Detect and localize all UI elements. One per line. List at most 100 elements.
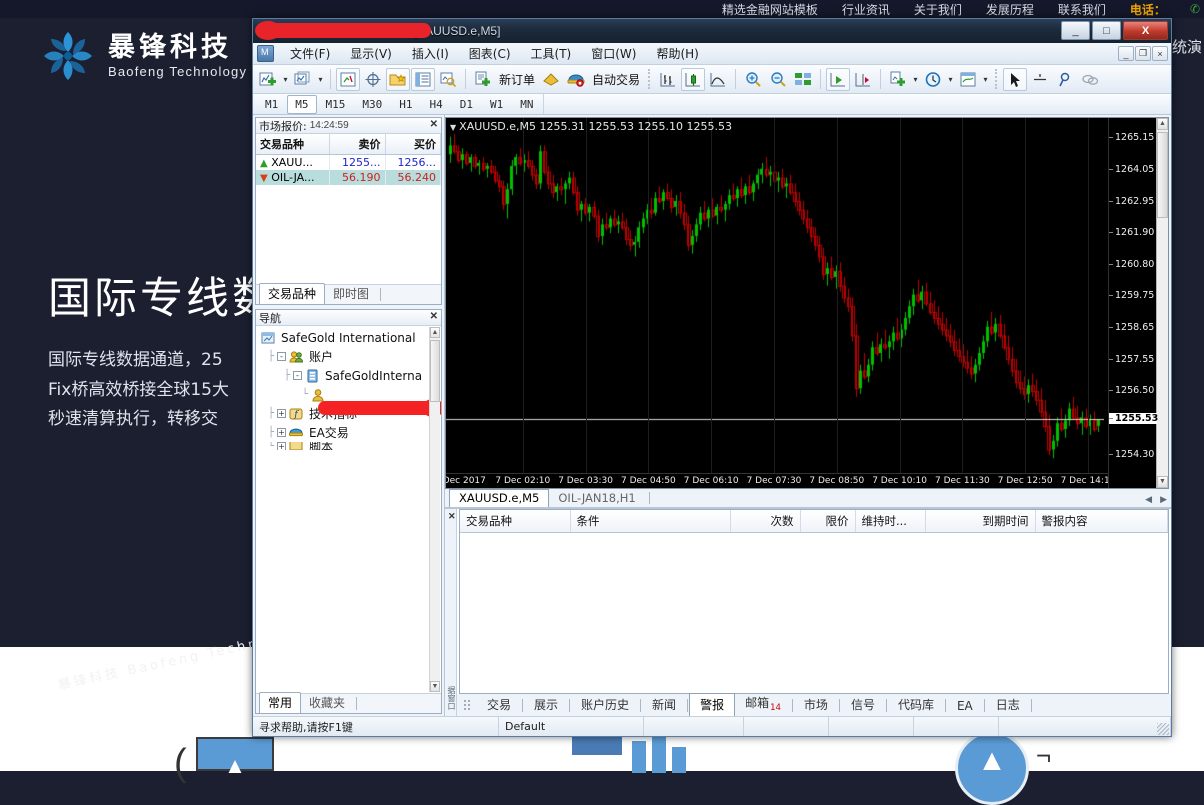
scroll-up-icon[interactable]: ▲: [430, 327, 440, 338]
term-col-symbol[interactable]: 交易品种: [460, 510, 571, 533]
chart-shift-icon[interactable]: [826, 67, 851, 91]
table-row[interactable]: ▲ XAUU... 1255... 1256...: [256, 154, 441, 170]
bg-nav-item-0[interactable]: 精选金融网站模板: [722, 1, 818, 18]
auto-scroll-icon[interactable]: [851, 68, 875, 91]
mw-col-ask[interactable]: 买价: [385, 134, 441, 155]
terminal-icon[interactable]: [411, 67, 435, 91]
chart-tab-nav[interactable]: ◀ ▶: [1145, 494, 1167, 505]
menu-tools[interactable]: 工具(T): [522, 43, 581, 64]
chart-price-axis[interactable]: 1265.15 1264.05 1262.95 1261.90 1260.80 1259.…: [1108, 118, 1158, 488]
mdi-restore-button[interactable]: ❐: [1135, 46, 1151, 61]
chart-area[interactable]: ▼ XAUUSD.e,M5 1255.31 1255.53 1255.10 125…: [446, 118, 1108, 488]
new-order-label[interactable]: 新订单: [496, 71, 538, 88]
periods-icon[interactable]: [921, 68, 945, 91]
chart-vertical-scrollbar[interactable]: ▲ ▼: [1156, 118, 1168, 488]
market-watch-icon[interactable]: [336, 67, 360, 91]
tab-common[interactable]: 常用: [259, 692, 302, 713]
period-m15[interactable]: M15: [318, 95, 354, 114]
term-col-count[interactable]: 次数: [730, 510, 801, 533]
menu-view[interactable]: 显示(V): [341, 43, 401, 64]
bg-nav-item-3[interactable]: 发展历程: [986, 1, 1034, 18]
chart-tab-oil[interactable]: OIL-JAN18,H1: [549, 490, 644, 507]
minimize-button[interactable]: _: [1061, 21, 1090, 40]
term-col-condition[interactable]: 条件: [570, 510, 731, 533]
timeframe-bar[interactable]: M1 M5 M15 M30 H1 H4 D1 W1 MN: [253, 94, 1171, 115]
menu-insert[interactable]: 插入(I): [403, 43, 458, 64]
navigator-close-icon[interactable]: ✕: [430, 311, 438, 322]
terminal-tab-news[interactable]: 新闻: [642, 694, 686, 716]
terminal-tab-experts[interactable]: EA: [947, 697, 983, 716]
bg-nav-item-1[interactable]: 行业资讯: [842, 1, 890, 18]
strategy-tester-icon[interactable]: [436, 68, 460, 91]
term-col-limit[interactable]: 限价: [800, 510, 856, 533]
period-mn[interactable]: MN: [512, 95, 541, 114]
mw-symbol-cell[interactable]: ▼ OIL-JA...: [256, 170, 331, 185]
candlestick-chart-icon[interactable]: [681, 67, 706, 91]
zoom-out-icon[interactable]: [766, 68, 790, 91]
tree-item-scripts[interactable]: └ + 脚本: [259, 442, 441, 450]
chart-collapse-icon[interactable]: ▼: [450, 123, 456, 132]
tab-favorites[interactable]: 收藏夹: [301, 693, 353, 713]
crosshair-icon[interactable]: [1028, 68, 1052, 91]
scroll-thumb[interactable]: [1157, 132, 1168, 218]
chevron-right-icon[interactable]: ▶: [1160, 494, 1167, 505]
mdi-close-button[interactable]: ×: [1152, 46, 1168, 61]
terminal-close-icon[interactable]: ✕: [448, 511, 456, 522]
maximize-button[interactable]: □: [1092, 21, 1121, 40]
zoom-in-icon[interactable]: [741, 68, 765, 91]
terminal-tab-mailbox[interactable]: 邮箱14: [735, 692, 791, 716]
window-titlebar[interactable]: SafeGoldInternational-Live - [XAUUSD.e,M…: [253, 19, 1171, 43]
term-col-expiry[interactable]: 到期时间: [925, 510, 1036, 533]
period-m30[interactable]: M30: [354, 95, 390, 114]
terminal-tab-exposure[interactable]: 展示: [524, 694, 568, 716]
periods-dropdown-icon[interactable]: ▾: [946, 68, 955, 91]
scroll-up-icon[interactable]: ▲: [1157, 118, 1168, 130]
tree-item-experts[interactable]: ├ + EA交易: [259, 423, 441, 442]
background-nav[interactable]: 精选金融网站模板 行业资讯 关于我们 发展历程 联系我们 电话： ✆: [722, 0, 1204, 18]
bar-chart-icon[interactable]: [656, 68, 680, 91]
period-d1[interactable]: D1: [452, 95, 481, 114]
alerts-grid[interactable]: 交易品种 条件 次数 限价 维持时... 到期时间 警报内容: [459, 509, 1169, 694]
terminal-tab-trade[interactable]: 交易: [477, 694, 521, 716]
mw-col-bid[interactable]: 卖价: [329, 134, 386, 155]
new-chart-dropdown-icon[interactable]: ▾: [281, 68, 290, 91]
indicators-icon[interactable]: [886, 68, 910, 91]
autotrading-icon[interactable]: [564, 68, 588, 91]
window-controls[interactable]: _ □ X: [1061, 21, 1168, 40]
market-watch-tabs[interactable]: 交易品种 即时图: [256, 283, 441, 304]
mw-col-symbol[interactable]: 交易品种: [256, 134, 331, 155]
terminal-tab-market[interactable]: 市场: [794, 694, 838, 716]
tree-expander-plus[interactable]: +: [277, 442, 286, 450]
terminal-tab-alerts[interactable]: 警报: [689, 693, 736, 716]
indicators-dropdown-icon[interactable]: ▾: [911, 68, 920, 91]
mdi-window-controls[interactable]: _ ❐ ×: [1118, 46, 1168, 61]
profiles-icon[interactable]: [291, 68, 315, 91]
navigator-scrollbar[interactable]: ▲ ▼: [429, 327, 440, 692]
tree-item-root[interactable]: SafeGold International: [259, 328, 441, 347]
terminal-tab-journal[interactable]: 日志: [986, 694, 1030, 716]
chart-tab-xauusd[interactable]: XAUUSD.e,M5: [449, 489, 550, 507]
tree-item-server[interactable]: ├ - SafeGoldInterna: [259, 366, 441, 385]
tree-expander-plus[interactable]: +: [277, 409, 286, 418]
new-order-icon[interactable]: [471, 68, 495, 91]
terminal-tab-bar[interactable]: 交易 展示 账户历史 新闻 警报 邮箱14 市场 信号 代码库 EA 日志: [457, 692, 1171, 716]
tile-windows-icon[interactable]: [791, 68, 815, 91]
market-watch-body[interactable]: 交易品种 卖价 买价 ▲ XAUU... 1255... 1256... ▼ O…: [256, 134, 441, 284]
term-col-timeout[interactable]: 维持时...: [855, 510, 926, 533]
scroll-down-icon[interactable]: ▼: [1157, 476, 1168, 488]
term-col-alert-text[interactable]: 警报内容: [1035, 510, 1168, 533]
market-watch-close-icon[interactable]: ✕: [430, 119, 438, 130]
templates-icon[interactable]: [956, 68, 980, 91]
chart-tab-bar[interactable]: XAUUSD.e,M5 OIL-JAN18,H1 ◀ ▶: [445, 489, 1171, 508]
period-m1[interactable]: M1: [257, 95, 286, 114]
data-window-icon[interactable]: [361, 68, 385, 91]
tree-item-accounts[interactable]: ├ - 账户: [259, 347, 441, 366]
period-h4[interactable]: H4: [422, 95, 451, 114]
period-w1[interactable]: W1: [482, 95, 511, 114]
templates-dropdown-icon[interactable]: ▾: [981, 68, 990, 91]
cursor-icon[interactable]: [1003, 67, 1028, 91]
scroll-thumb[interactable]: [430, 340, 440, 402]
menu-file[interactable]: 文件(F): [281, 43, 339, 64]
line-chart-icon[interactable]: [706, 68, 730, 91]
period-m5[interactable]: M5: [287, 94, 317, 114]
